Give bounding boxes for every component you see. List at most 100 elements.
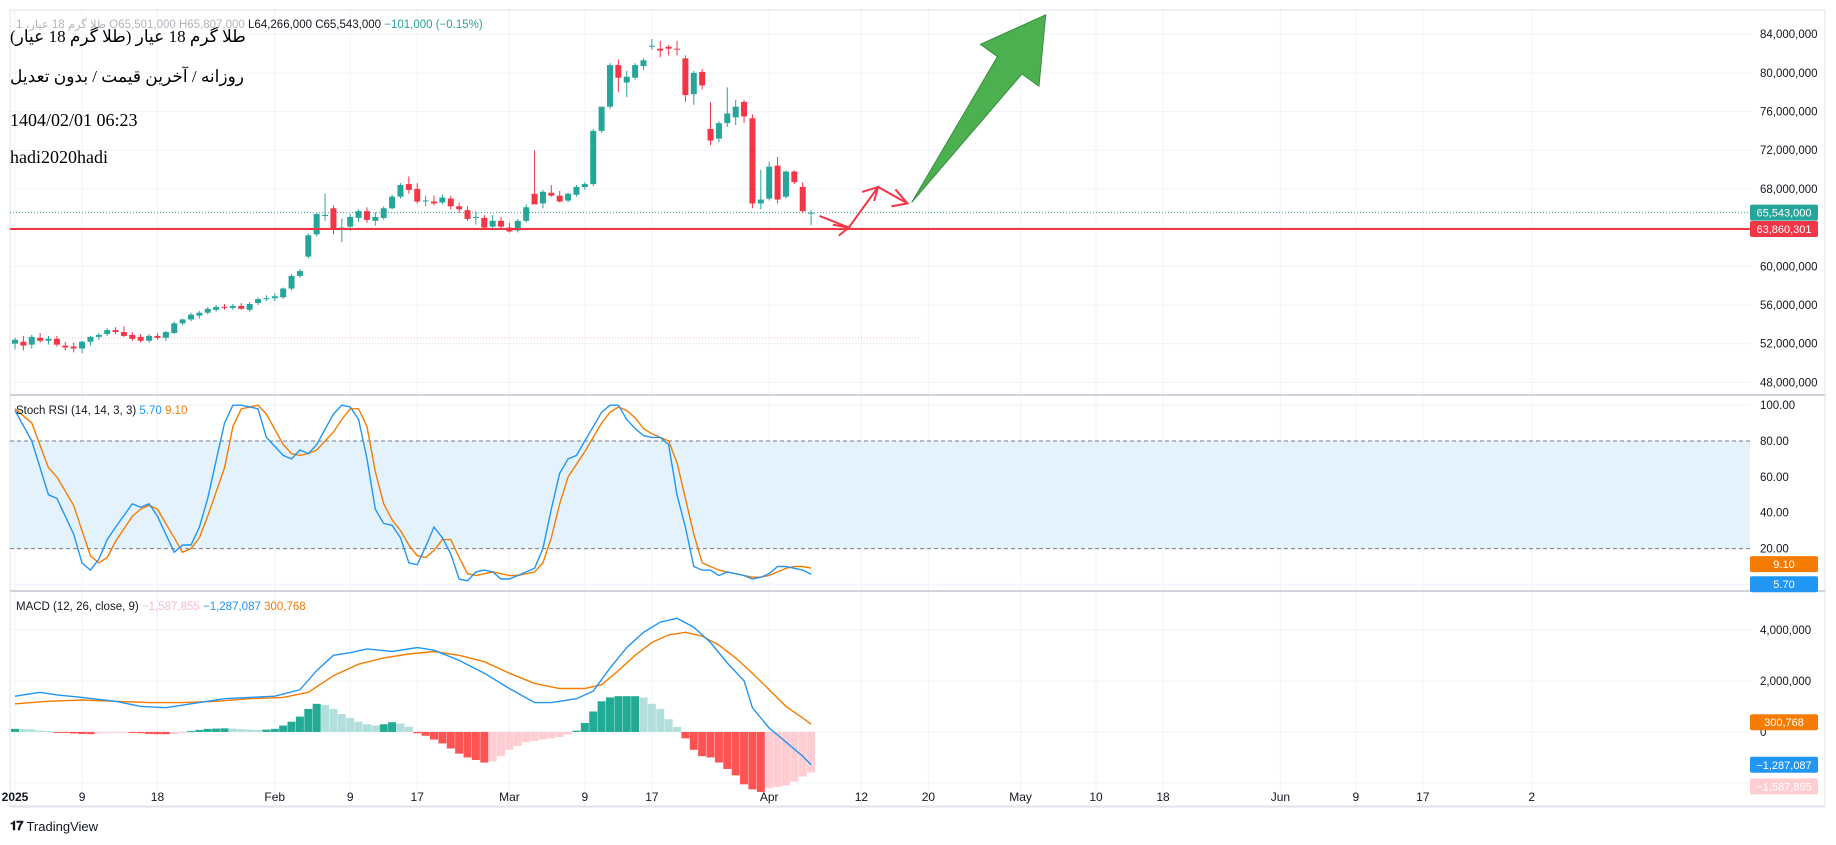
candle[interactable]: [129, 334, 136, 339]
candle[interactable]: [355, 211, 362, 218]
bullish-arrow-icon[interactable]: [911, 14, 1047, 203]
time-axis[interactable]: 2025 9 18 Feb 9 17 Mar 9 17 Apr 12 20 May 10 18 Jun 9 17 2: [2, 790, 1536, 804]
candle[interactable]: [179, 319, 186, 324]
tradingview-brand[interactable]: 𝟏𝟕 TradingView: [10, 818, 98, 834]
candle[interactable]: [296, 271, 303, 276]
candle[interactable]: [774, 165, 781, 200]
candle[interactable]: [598, 106, 605, 131]
candle[interactable]: [682, 58, 689, 96]
price-axis[interactable]: 48,000,000 52,000,000 56,000,000 60,000,000…: [1750, 29, 1818, 795]
candle[interactable]: [246, 303, 253, 310]
candle[interactable]: [221, 306, 228, 308]
candle[interactable]: [447, 198, 454, 207]
candle[interactable]: [405, 184, 412, 190]
candle[interactable]: [204, 308, 211, 313]
candle[interactable]: [741, 101, 748, 117]
candle[interactable]: [62, 345, 69, 348]
candle[interactable]: [489, 220, 496, 227]
candle[interactable]: [799, 186, 806, 212]
candle[interactable]: [313, 214, 320, 235]
candle[interactable]: [690, 72, 697, 95]
candle[interactable]: [523, 207, 530, 221]
candle[interactable]: [20, 341, 27, 346]
candle[interactable]: [37, 337, 44, 341]
price-pane[interactable]: [10, 39, 1750, 354]
candle[interactable]: [422, 200, 429, 202]
candle[interactable]: [372, 216, 379, 221]
candle[interactable]: [481, 217, 488, 228]
candle[interactable]: [573, 186, 580, 195]
candle[interactable]: [196, 312, 203, 316]
candle[interactable]: [45, 338, 52, 341]
candle[interactable]: [162, 332, 169, 338]
candle[interactable]: [280, 288, 287, 298]
candle[interactable]: [79, 341, 86, 349]
candle[interactable]: [699, 71, 706, 86]
candle[interactable]: [255, 299, 262, 304]
candle[interactable]: [464, 210, 471, 219]
candle[interactable]: [565, 193, 572, 201]
candle[interactable]: [472, 216, 479, 218]
candle[interactable]: [213, 306, 220, 310]
candle[interactable]: [431, 201, 437, 204]
candle[interactable]: [363, 211, 370, 220]
candle[interactable]: [590, 130, 597, 185]
candle[interactable]: [238, 305, 245, 309]
candle[interactable]: [120, 332, 127, 336]
candle[interactable]: [757, 199, 764, 204]
candle[interactable]: [548, 192, 555, 196]
candle[interactable]: [749, 118, 756, 204]
candle[interactable]: [112, 330, 119, 333]
macd-signal-line[interactable]: [14, 631, 812, 725]
candle[interactable]: [657, 48, 664, 51]
candle[interactable]: [439, 197, 446, 203]
candle[interactable]: [556, 195, 563, 202]
candle[interactable]: [498, 220, 505, 227]
candle[interactable]: [70, 346, 77, 349]
candle[interactable]: [623, 76, 630, 83]
candle[interactable]: [606, 65, 613, 107]
candle[interactable]: [28, 336, 35, 345]
candle[interactable]: [665, 46, 672, 49]
candle[interactable]: [305, 235, 312, 257]
candle[interactable]: [263, 298, 270, 300]
candle[interactable]: [104, 330, 111, 334]
candle[interactable]: [632, 65, 639, 78]
candle[interactable]: [648, 45, 655, 47]
candle[interactable]: [707, 128, 714, 141]
candle[interactable]: [322, 215, 329, 217]
projection-path[interactable]: [819, 185, 908, 229]
candle[interactable]: [766, 166, 773, 199]
candle[interactable]: [146, 335, 153, 341]
candle[interactable]: [531, 193, 538, 205]
candle[interactable]: [330, 208, 337, 230]
candle[interactable]: [782, 171, 789, 197]
candle[interactable]: [53, 338, 60, 345]
stoch-rsi-pane[interactable]: [10, 404, 1750, 582]
candle[interactable]: [271, 296, 278, 299]
candle[interactable]: [456, 206, 463, 210]
candle[interactable]: [380, 208, 387, 218]
candle[interactable]: [640, 60, 647, 67]
candle[interactable]: [397, 185, 404, 197]
candle[interactable]: [715, 123, 722, 139]
candle[interactable]: [154, 335, 161, 338]
candle[interactable]: [791, 171, 798, 183]
candle[interactable]: [724, 113, 731, 124]
candle[interactable]: [674, 48, 681, 50]
candle[interactable]: [171, 323, 178, 334]
candle[interactable]: [229, 305, 236, 308]
candle[interactable]: [87, 336, 94, 342]
candle[interactable]: [288, 275, 295, 289]
candle[interactable]: [732, 106, 739, 118]
candle[interactable]: [539, 191, 546, 204]
candle[interactable]: [12, 339, 18, 344]
candle[interactable]: [581, 184, 588, 187]
candle[interactable]: [615, 65, 622, 78]
trading-chart[interactable]: 48,000,000 52,000,000 56,000,000 60,000,000…: [0, 0, 1836, 845]
candle[interactable]: [347, 216, 354, 227]
candle[interactable]: [808, 212, 815, 214]
candle[interactable]: [414, 188, 421, 202]
candle[interactable]: [389, 196, 396, 209]
candle[interactable]: [95, 334, 102, 337]
